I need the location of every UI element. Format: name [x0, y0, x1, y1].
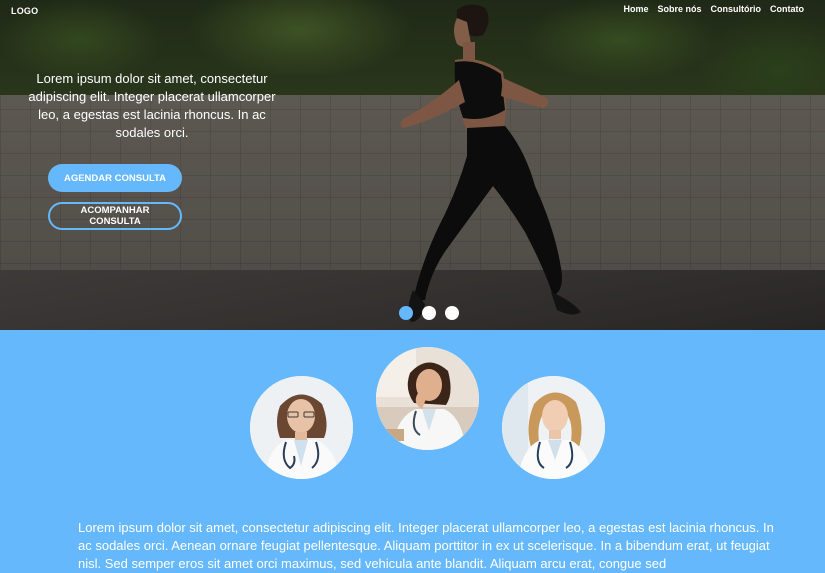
- slider-dot-2[interactable]: [422, 306, 436, 320]
- nav-link-consultorio[interactable]: Consultório: [711, 4, 762, 14]
- main-nav: Home Sobre nós Consultório Contato: [614, 4, 804, 14]
- team-description: Lorem ipsum dolor sit amet, consectetur …: [78, 520, 774, 571]
- nav-link-contato[interactable]: Contato: [770, 4, 804, 14]
- doctor-photo-3: [502, 376, 605, 479]
- schedule-appointment-button[interactable]: AGENDAR CONSULTA: [48, 164, 182, 192]
- hero-banner: LOGO Home Sobre nós Consultório Contato …: [0, 0, 825, 330]
- slider-dot-3[interactable]: [445, 306, 459, 320]
- slider-dots: [399, 306, 468, 320]
- slider-dot-1[interactable]: [399, 306, 413, 320]
- nav-link-home[interactable]: Home: [623, 4, 648, 14]
- team-section: Lorem ipsum dolor sit amet, consectetur …: [0, 330, 825, 571]
- doctor-photo-2: [376, 347, 479, 450]
- nav-link-sobre-nos[interactable]: Sobre nós: [657, 4, 701, 14]
- track-appointment-button[interactable]: ACOMPANHAR CONSULTA: [48, 202, 182, 230]
- doctor-photo-1: [250, 376, 353, 479]
- hero-text: Lorem ipsum dolor sit amet, consectetur …: [28, 71, 276, 140]
- logo[interactable]: LOGO: [11, 6, 38, 16]
